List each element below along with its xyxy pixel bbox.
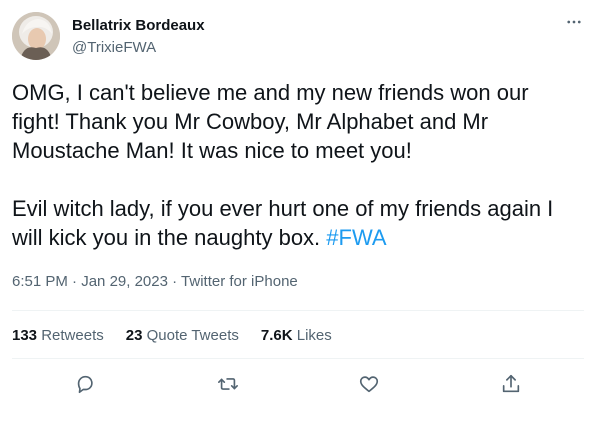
author-name[interactable]: Bellatrix Bordeaux [72,17,205,34]
quote-tweets-count: 23 [125,327,143,344]
tweet-time[interactable]: 6:51 PM [12,273,68,290]
tweet-source[interactable]: Twitter for iPhone [181,273,298,290]
retweets-label: Retweets [41,327,104,344]
avatar[interactable] [12,12,60,60]
like-button[interactable] [351,366,387,402]
retweets-count: 133 [12,327,38,344]
more-horizontal-icon [567,20,581,24]
tweet-card: Bellatrix Bordeaux @TrixieFWA OMG, I can… [0,0,596,424]
share-button[interactable] [493,366,529,402]
share-icon [502,374,520,393]
quote-tweets-stat[interactable]: 23 Quote Tweets [126,327,239,344]
meta-separator: · [72,273,78,290]
tweet-body: OMG, I can't believe me and my new frien… [12,80,554,250]
tweet-text: OMG, I can't believe me and my new frien… [12,78,582,252]
reply-button[interactable] [67,366,103,402]
tweet-meta: 6:51 PM · Jan 29, 2023 · Twitter for iPh… [12,273,298,290]
divider [12,358,584,359]
likes-stat[interactable]: 7.6K Likes [261,327,332,344]
avatar-image [12,12,60,60]
action-bar [0,366,596,406]
tweet-stats: 133 Retweets 23 Quote Tweets 7.6K Likes [12,327,332,344]
heart-icon [359,376,379,393]
more-options-button[interactable] [562,10,586,34]
author-handle[interactable]: @TrixieFWA [72,39,156,56]
retweets-stat[interactable]: 133 Retweets [12,327,104,344]
reply-icon [77,375,93,394]
quote-tweets-label: Quote Tweets [146,327,239,344]
tweet-date[interactable]: Jan 29, 2023 [81,273,168,290]
likes-count: 7.6K [260,327,293,344]
retweet-icon [218,378,238,390]
meta-separator: · [172,273,178,290]
divider [12,310,584,311]
hashtag-link[interactable]: #FWA [326,225,386,250]
likes-label: Likes [296,327,332,344]
retweet-button[interactable] [210,366,246,402]
